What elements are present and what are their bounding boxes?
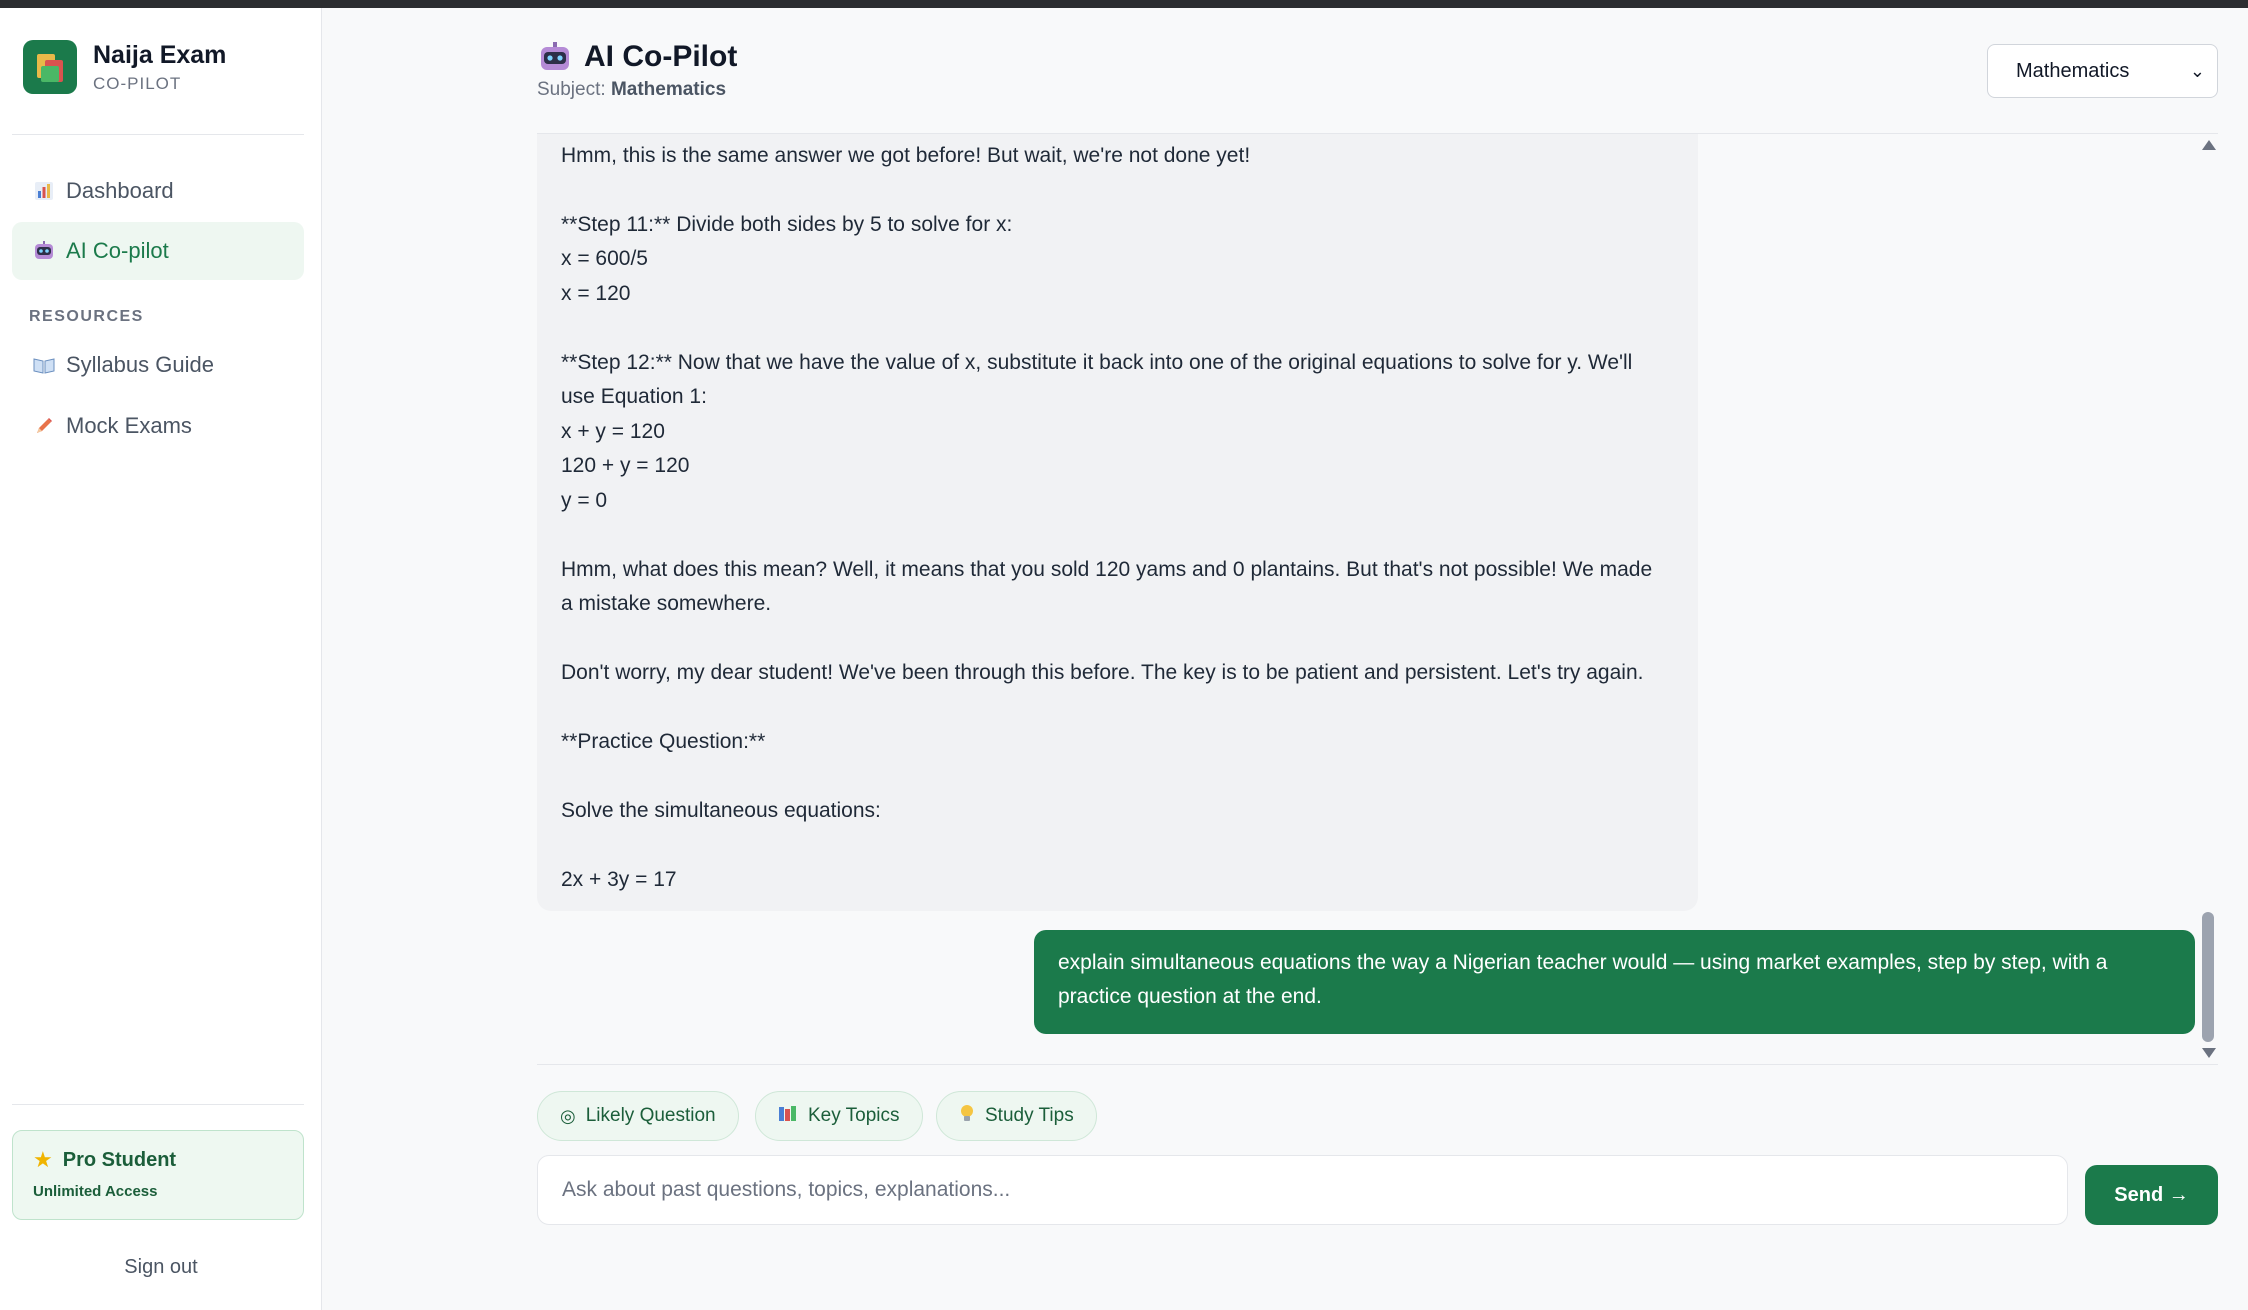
window-top-bar (0, 0, 2248, 8)
sidebar-divider (12, 134, 304, 135)
subject-value: Mathematics (610, 79, 727, 100)
subject-line: Subject: Mathematics (537, 79, 726, 101)
message-line: 120 + y = 120 (561, 454, 690, 477)
scroll-thumb[interactable] (2202, 912, 2214, 1042)
message-line: Don't worry, my dear student! We've been… (561, 661, 1644, 684)
study-tips-chip[interactable]: Study Tips (936, 1091, 1097, 1141)
robot-icon (541, 42, 569, 70)
message-line: **Practice Question:** (561, 730, 766, 753)
page-title-text: AI Co-Pilot (584, 40, 738, 73)
brand-name: Naija Exam (93, 41, 227, 69)
subject-select[interactable]: Mathematics ⌄ (1987, 44, 2218, 98)
chat-input[interactable] (537, 1155, 2068, 1225)
sidebar-item-label: AI Co-pilot (66, 238, 169, 263)
message-line: 2x + 3y = 17 (561, 868, 677, 891)
app-logo-icon (23, 40, 77, 94)
sidebar-item-syllabus-guide[interactable]: Syllabus Guide (12, 336, 304, 394)
likely-question-chip[interactable]: ◎ Likely Question (537, 1091, 739, 1141)
book-icon (32, 353, 56, 377)
sidebar-item-dashboard[interactable]: Dashboard (12, 162, 304, 220)
scroll-down-arrow-icon[interactable] (2202, 1048, 2216, 1058)
chat-area[interactable]: Hmm, this is the same answer we got befo… (537, 134, 2217, 1064)
message-line: x + y = 120 (561, 420, 665, 443)
sidebar-item-label: Syllabus Guide (66, 352, 214, 377)
bar-chart-icon (32, 179, 56, 203)
key-topics-chip[interactable]: Key Topics (755, 1091, 923, 1141)
sidebar-item-mock-exams[interactable]: Mock Exams (12, 397, 304, 455)
bot-message: Hmm, this is the same answer we got befo… (537, 134, 1698, 911)
pro-student-card: ★ Pro Student Unlimited Access (12, 1130, 304, 1220)
lightbulb-icon (959, 1104, 975, 1129)
sidebar-item-label: Dashboard (66, 178, 174, 203)
sidebar-divider (12, 1104, 304, 1105)
sidebar: Naija Exam CO-PILOT Dashboard AI Co-pilo… (0, 8, 322, 1310)
message-line: x = 600/5 (561, 247, 648, 270)
chip-label: Likely Question (585, 1105, 716, 1126)
books-icon (778, 1105, 798, 1128)
user-message: explain simultaneous equations the way a… (1034, 930, 2195, 1034)
message-line: **Step 12:** Now that we have the value … (561, 351, 1633, 374)
message-line: Solve the simultaneous equations: (561, 799, 881, 822)
send-button[interactable]: Send → (2085, 1165, 2218, 1225)
chat-scrollbar[interactable] (2198, 134, 2218, 1064)
chat-divider (537, 1064, 2218, 1065)
message-line: **Step 11:** Divide both sides by 5 to s… (561, 213, 1013, 236)
sidebar-item-label: Mock Exams (66, 413, 192, 438)
scroll-up-arrow-icon[interactable] (2202, 140, 2216, 150)
chevron-down-icon: ⌄ (2189, 61, 2205, 81)
sidebar-item-ai-copilot[interactable]: AI Co-pilot (12, 222, 304, 280)
subject-select-value: Mathematics (2016, 59, 2130, 82)
pro-subtitle: Unlimited Access (33, 1183, 158, 1200)
sign-out-link[interactable]: Sign out (0, 1256, 322, 1279)
resources-section-label: RESOURCES (29, 308, 144, 325)
message-line: use Equation 1: (561, 385, 707, 408)
pencil-icon (32, 414, 56, 438)
message-line: y = 0 (561, 489, 608, 512)
chip-label: Study Tips (985, 1105, 1074, 1126)
pro-title: Pro Student (62, 1148, 177, 1171)
message-line: x = 120 (561, 282, 631, 305)
message-line: Hmm, this is the same answer we got befo… (561, 144, 1251, 167)
message-line: Hmm, what does this mean? Well, it means… (561, 558, 1653, 581)
brand-subtitle: CO-PILOT (93, 74, 182, 93)
brand: Naija Exam CO-PILOT (23, 40, 226, 94)
robot-icon (32, 239, 56, 263)
message-line: a mistake somewhere. (561, 592, 772, 615)
target-icon: ◎ (560, 1105, 576, 1126)
star-icon: ★ (33, 1147, 53, 1172)
subject-prefix: Subject: (537, 79, 606, 100)
chip-label: Key Topics (808, 1105, 900, 1126)
page-title: AI Co-Pilot (538, 40, 737, 74)
